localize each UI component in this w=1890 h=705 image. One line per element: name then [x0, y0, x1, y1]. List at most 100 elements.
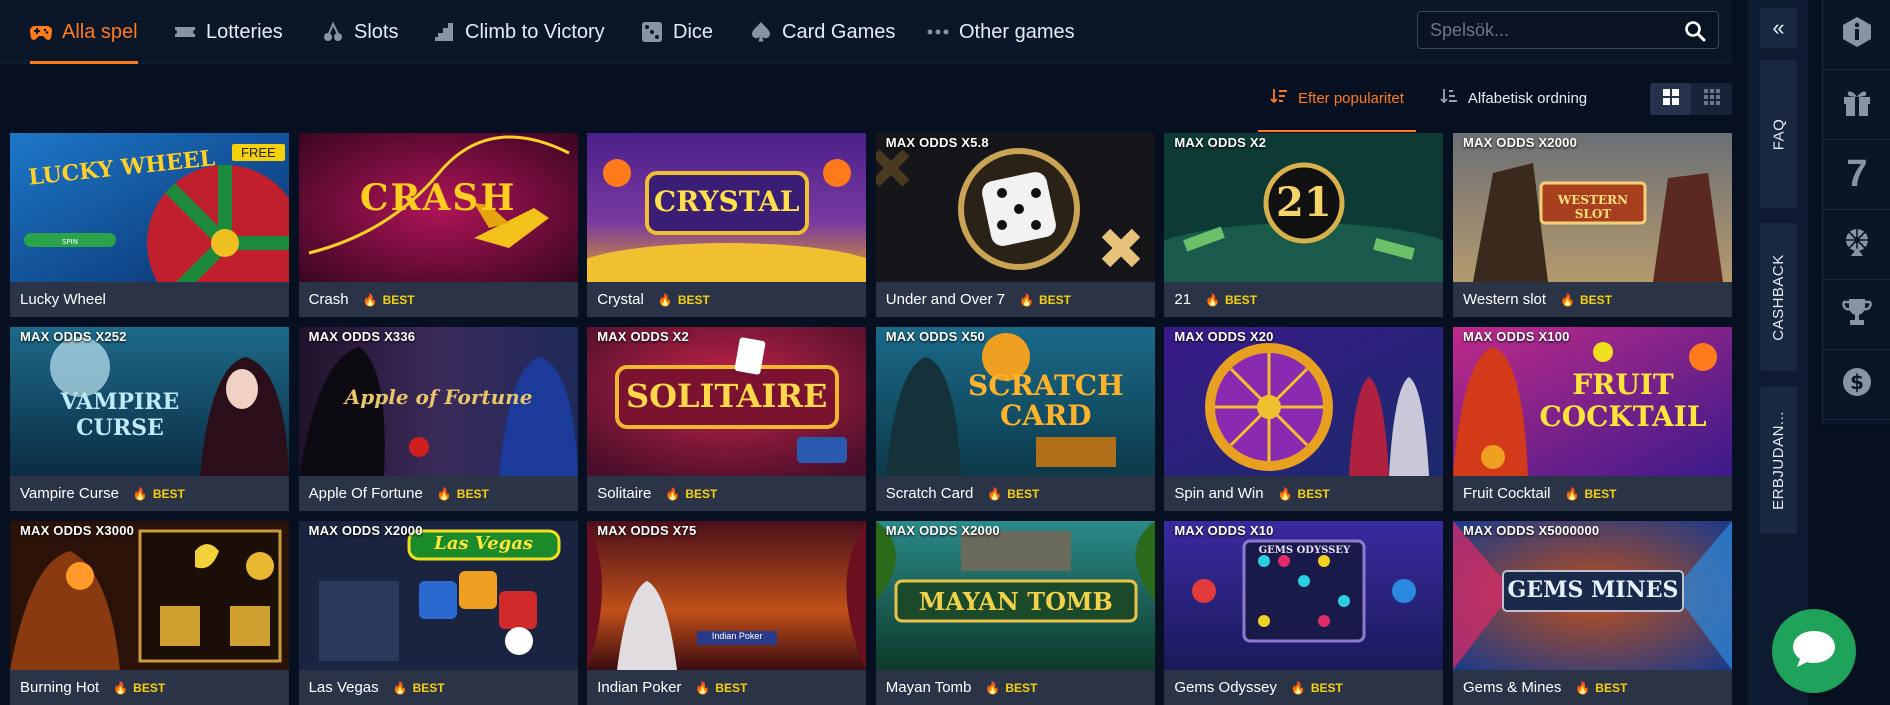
game-title: Crystal: [597, 291, 644, 308]
game-card-mayan-tomb[interactable]: MAYAN TOMB MAX ODDS X2000 Mayan Tomb 🔥 BES…: [875, 521, 1155, 705]
sort-alphabetical[interactable]: Alfabetisk ordning: [1428, 64, 1599, 132]
faq-button[interactable]: FAQ: [1760, 60, 1797, 208]
game-caption: Western slot 🔥 BEST: [1453, 282, 1732, 317]
game-title: Fruit Cocktail: [1462, 485, 1551, 502]
game-card-gems-and-mines[interactable]: GEMS MINES MAX ODDS X5000000 Gems & Mine…: [1452, 521, 1732, 705]
best-label: BEST: [1038, 292, 1071, 307]
max-odds-label: MAX ODDS X50: [885, 329, 985, 344]
cash-button[interactable]: $: [1823, 350, 1890, 420]
tab-label: Climb to Victory: [465, 20, 605, 43]
tab-climb-to-victory[interactable]: Climb to Victory: [433, 0, 605, 64]
grid-large-icon: [1662, 88, 1679, 110]
game-card-scratch-card[interactable]: SCRATCH CARD MAX ODDS X50 Scratch Card 🔥 B…: [875, 327, 1155, 511]
best-badge: 🔥 BEST: [1278, 487, 1330, 501]
tab-other-games[interactable]: Other games: [927, 0, 1075, 64]
max-odds-label: MAX ODDS X2: [597, 329, 689, 344]
offers-button[interactable]: ERBJUDAN...: [1760, 386, 1797, 534]
gamepad-icon: [30, 21, 52, 43]
tab-label: Alla spel: [62, 20, 138, 43]
info-icon: [1841, 16, 1873, 53]
best-badge: 🔥 BEST: [985, 681, 1037, 695]
best-label: BEST: [1584, 486, 1617, 501]
tab-slots[interactable]: Slots: [322, 0, 398, 64]
max-odds-label: MAX ODDS X336: [308, 329, 416, 344]
flame-icon: 🔥: [113, 680, 129, 695]
tab-card-games[interactable]: Card Games: [750, 0, 895, 64]
game-logo-text: SOLITAIRE: [626, 377, 828, 415]
best-label: BEST: [1007, 486, 1040, 501]
game-card-21[interactable]: 21 MAX ODDS X2 21 🔥 BEST: [1164, 133, 1444, 317]
side-panel: « FAQ CASHBACK ERBJUDAN...: [1748, 0, 1808, 705]
tab-label: Lotteries: [206, 20, 283, 43]
tab-all-games[interactable]: Alla spel: [30, 0, 138, 64]
flame-icon: 🔥: [985, 680, 1001, 695]
game-card-vampire-curse[interactable]: VAMPIRE CURSE MAX ODDS X252 Vampire Curs…: [10, 327, 289, 511]
search-icon[interactable]: [1684, 20, 1706, 42]
game-caption: Crystal 🔥 BEST: [587, 282, 866, 317]
tab-lotteries[interactable]: Lotteries: [174, 0, 283, 64]
tournaments-button[interactable]: [1823, 280, 1890, 350]
best-label: BEST: [677, 292, 710, 307]
flame-icon: 🔥: [1205, 292, 1221, 307]
game-logo-text: WESTERN SLOT: [1557, 193, 1629, 221]
collapse-panel-button[interactable]: «: [1760, 8, 1797, 48]
cashback-button[interactable]: CASHBACK: [1760, 223, 1797, 371]
large-grid-view-button[interactable]: [1650, 83, 1691, 115]
tab-label: Dice: [673, 20, 714, 43]
game-thumbnail: GEMS ODYSSEY MAX ODDS X10: [1164, 521, 1444, 670]
flame-icon: 🔥: [1575, 680, 1591, 695]
game-card-solitaire[interactable]: SOLITAIRE MAX ODDS X2 Solitaire 🔥 BEST: [587, 327, 867, 511]
game-logo-text: FRUIT COCKTAIL: [1539, 368, 1707, 433]
best-label: BEST: [456, 486, 489, 501]
max-odds-label: MAX ODDS X2: [1174, 135, 1267, 150]
best-badge: 🔥 BEST: [393, 681, 445, 695]
game-card-under-and-over-7[interactable]: MAX ODDS X5.8 Under and Over 7 🔥 BEST: [875, 133, 1155, 317]
flame-icon: 🔥: [987, 486, 1003, 501]
ticket-icon: [174, 21, 196, 43]
search-input[interactable]: [1430, 12, 1670, 48]
info-button[interactable]: [1823, 0, 1890, 70]
game-thumbnail: MAX ODDS X3000: [10, 521, 289, 670]
sort-by-popularity[interactable]: Efter popularitet: [1258, 64, 1416, 132]
stairs-icon: [433, 21, 455, 43]
game-title: Spin and Win: [1174, 485, 1264, 502]
best-badge: 🔥 BEST: [113, 681, 165, 695]
game-logo-text: GEMS ODYSSEY: [1258, 545, 1351, 556]
flame-icon: 🔥: [1290, 680, 1306, 695]
flame-icon: 🔥: [392, 680, 408, 695]
game-card-lucky-wheel[interactable]: SPIN LUCKY WHEEL FREE Lucky Wheel: [10, 133, 289, 317]
game-card-las-vegas[interactable]: Las Vegas MAX ODDS X2000 Las Vegas 🔥 BEST: [298, 521, 578, 705]
seven-games-button[interactable]: 7: [1823, 140, 1890, 210]
double-chevron-left-icon: «: [1772, 15, 1785, 40]
game-card-indian-poker[interactable]: Indian Poker MAX ODDS X75 Indian Poker 🔥 B…: [587, 521, 867, 705]
tab-dice[interactable]: Dice: [641, 0, 713, 64]
live-chat-button[interactable]: [1772, 609, 1856, 693]
game-card-western-slot[interactable]: WESTERN SLOT MAX ODDS X2000 Western slot…: [1452, 133, 1732, 317]
game-title: Gems & Mines: [1462, 679, 1562, 696]
game-card-crystal[interactable]: CRYSTAL Crystal 🔥 BEST: [587, 133, 867, 317]
game-card-gems-odyssey[interactable]: GEMS ODYSSEY MAX ODDS X10 Gems Odyssey 🔥 B…: [1164, 521, 1444, 705]
game-title: Scratch Card: [885, 485, 974, 502]
flame-icon: 🔥: [436, 486, 452, 501]
gift-button[interactable]: [1823, 70, 1890, 140]
game-card-apple-of-fortune[interactable]: Apple of Fortune MAX ODDS X336 Apple Of …: [298, 327, 578, 511]
game-card-spin-and-win[interactable]: MAX ODDS X20 Spin and Win 🔥 BEST: [1164, 327, 1444, 511]
wheel-button[interactable]: [1823, 210, 1890, 280]
game-card-fruit-cocktail[interactable]: FRUIT COCKTAIL MAX ODDS X100 Fruit Cockt…: [1452, 327, 1732, 511]
game-title: Western slot: [1462, 291, 1547, 308]
flame-icon: 🔥: [362, 292, 378, 307]
small-grid-view-button[interactable]: [1691, 83, 1732, 115]
game-logo-text: Apple of Fortune: [344, 385, 533, 409]
game-card-crash[interactable]: CRASH Crash 🔥 BEST: [298, 133, 578, 317]
game-caption: Gems & Mines 🔥 BEST: [1453, 670, 1732, 705]
gift-icon: [1841, 86, 1873, 123]
best-label: BEST: [1310, 680, 1343, 695]
tab-label: Slots: [354, 20, 399, 43]
flame-icon: 🔥: [1564, 486, 1580, 501]
sort-bar: Efter popularitet Alfabetisk ordning: [1258, 64, 1599, 132]
tab-label: Other games: [959, 20, 1075, 43]
game-card-burning-hot[interactable]: MAX ODDS X3000 Burning Hot 🔥 BEST: [10, 521, 289, 705]
game-caption: Spin and Win 🔥 BEST: [1164, 476, 1443, 511]
game-logo-text: 21: [1276, 179, 1332, 226]
game-thumbnail: Apple of Fortune MAX ODDS X336: [298, 327, 578, 476]
